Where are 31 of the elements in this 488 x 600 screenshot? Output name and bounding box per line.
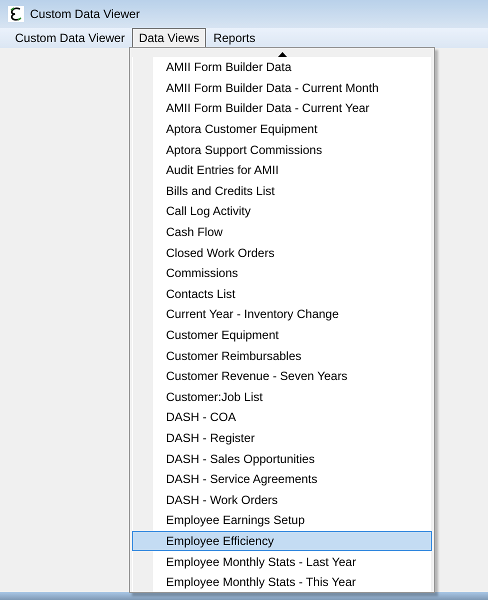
menu-item[interactable]: Custom Data Viewer <box>8 28 132 48</box>
menu-entry[interactable]: Aptora Support Commissions <box>132 139 432 160</box>
menu-entry[interactable]: AMII Form Builder Data <box>132 57 432 78</box>
menu-entry[interactable]: AMII Form Builder Data - Current Month <box>132 78 432 98</box>
menu-entry[interactable]: Customer Equipment <box>132 324 432 346</box>
app-icon <box>8 6 24 22</box>
menu-entry[interactable]: DASH - Register <box>132 428 432 448</box>
menu-entry[interactable]: AMII Form Builder Data - Current Year <box>132 98 432 119</box>
menu-entry[interactable]: Employee Monthly Stats - This Year <box>132 572 432 592</box>
menu-entry[interactable]: DASH - Sales Opportunities <box>132 448 432 469</box>
menu-entry[interactable]: DASH - Service Agreements <box>132 468 432 490</box>
menu-entry[interactable]: Closed Work Orders <box>132 242 432 263</box>
menu-entry[interactable]: Call Log Activity <box>132 201 432 222</box>
menu-entry[interactable]: Current Year - Inventory Change <box>132 304 432 325</box>
window-title: Custom Data Viewer <box>30 7 140 21</box>
menu-item[interactable]: Data Views <box>132 28 206 48</box>
menu-entry[interactable]: Customer Reimbursables <box>132 345 432 366</box>
menu-entry[interactable]: Customer Revenue - Seven Years <box>132 366 432 386</box>
menu-entry[interactable]: Commissions <box>132 262 432 284</box>
menu-entry[interactable]: DASH - Work Orders <box>132 489 432 510</box>
menu-entry[interactable]: Aptora Customer Equipment <box>132 118 432 140</box>
menu-entry[interactable]: Employee Earnings Setup <box>132 510 432 531</box>
menu-entry[interactable]: Bills and Credits List <box>132 180 432 202</box>
menu-entry[interactable]: DASH - COA <box>132 407 432 428</box>
menu-item[interactable]: Reports <box>206 28 262 48</box>
menu-entry[interactable]: Cash Flow <box>132 222 432 242</box>
menu-entry[interactable]: Contacts List <box>132 284 432 304</box>
menu-entry[interactable]: Customer:Job List <box>132 386 432 408</box>
menu-entry[interactable]: Employee Monthly Stats - Last Year <box>132 551 432 572</box>
menu-entry[interactable]: Audit Entries for AMII <box>132 160 432 181</box>
menu-entry[interactable]: Employee Efficiency <box>132 530 432 552</box>
